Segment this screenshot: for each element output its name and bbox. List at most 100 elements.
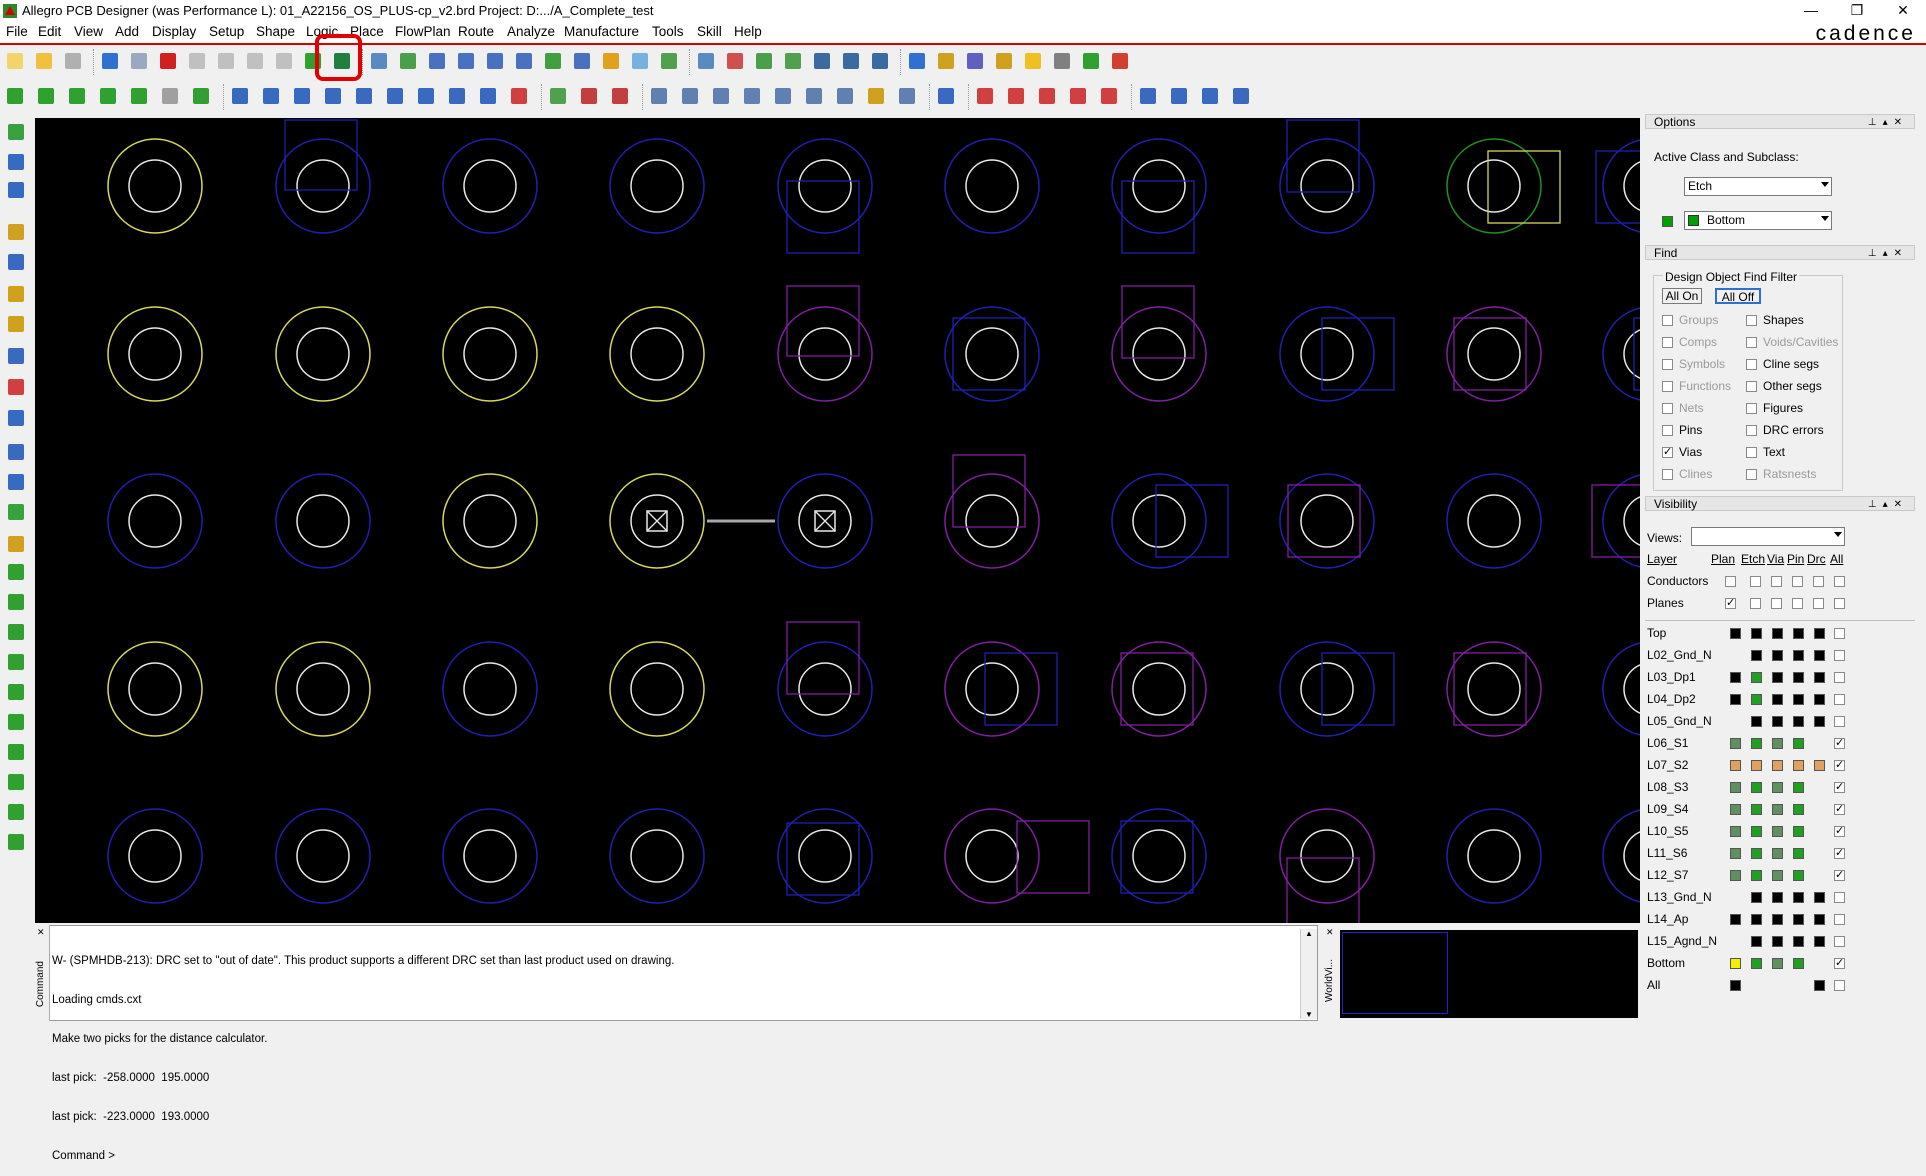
layer-color-chip[interactable] bbox=[1730, 760, 1741, 771]
minimize-button[interactable]: — bbox=[1788, 0, 1834, 22]
col-plan[interactable]: Plan bbox=[1711, 552, 1735, 566]
find-othersegs-checkbox[interactable] bbox=[1746, 381, 1757, 392]
cline-edit-button[interactable] bbox=[6, 563, 26, 581]
close-icon[interactable]: ✕ bbox=[1326, 927, 1334, 938]
menu-edit[interactable]: Edit bbox=[38, 24, 61, 39]
layer-color-chip[interactable] bbox=[1772, 848, 1783, 859]
report-c-button[interactable] bbox=[1067, 86, 1089, 106]
grid-toggle-button[interactable] bbox=[695, 51, 717, 71]
save-button[interactable] bbox=[62, 51, 84, 71]
layer-color-chip[interactable] bbox=[1751, 672, 1762, 683]
layer-color-chip[interactable] bbox=[1751, 694, 1762, 705]
layer-all-checkbox[interactable] bbox=[1834, 716, 1845, 727]
conductors-col3-checkbox[interactable] bbox=[1813, 576, 1824, 587]
menu-view[interactable]: View bbox=[74, 24, 103, 39]
all-on-button[interactable]: All On bbox=[1662, 288, 1702, 304]
refresh-button[interactable] bbox=[600, 51, 622, 71]
line-button[interactable] bbox=[6, 409, 26, 427]
layer-color-chip[interactable] bbox=[1730, 958, 1741, 969]
open-button[interactable] bbox=[33, 51, 55, 71]
shape-void-button[interactable] bbox=[415, 86, 437, 106]
artwork-button[interactable] bbox=[741, 86, 763, 106]
layer-all-checkbox[interactable] bbox=[1834, 936, 1845, 947]
glossing-button[interactable] bbox=[6, 593, 26, 611]
col-pin[interactable]: Pin bbox=[1787, 552, 1804, 566]
shape-void-rect-button[interactable] bbox=[477, 86, 499, 106]
shape-select-button[interactable] bbox=[322, 86, 344, 106]
windows-button[interactable] bbox=[1137, 86, 1159, 106]
layer-top-button[interactable] bbox=[4, 86, 26, 106]
find-functions-checkbox[interactable] bbox=[1662, 381, 1673, 392]
worldview-viewport[interactable] bbox=[1342, 932, 1448, 1014]
shape-poly-button[interactable] bbox=[229, 86, 251, 106]
layer-color-chip[interactable] bbox=[1772, 936, 1783, 947]
col-etch[interactable]: Etch bbox=[1741, 552, 1765, 566]
col-all[interactable]: All bbox=[1830, 552, 1843, 566]
planes-col2-checkbox[interactable] bbox=[1792, 598, 1803, 609]
settings-button[interactable] bbox=[1051, 51, 1073, 71]
layer-color-chip[interactable] bbox=[1730, 848, 1741, 859]
class-select[interactable]: Etch bbox=[1684, 177, 1832, 196]
layer-color-chip[interactable] bbox=[1730, 672, 1741, 683]
menu-display[interactable]: Display bbox=[152, 24, 196, 39]
ipc-button[interactable] bbox=[834, 86, 856, 106]
find-clinesegs-checkbox[interactable] bbox=[1746, 359, 1757, 370]
console-scrollbar[interactable]: ▲ ▼ bbox=[1300, 929, 1317, 1019]
find-symbols-checkbox[interactable] bbox=[1662, 359, 1673, 370]
find-groups-checkbox[interactable] bbox=[1662, 315, 1673, 326]
copy-button[interactable] bbox=[128, 51, 150, 71]
layer-color-chip[interactable] bbox=[1772, 672, 1783, 683]
layer-all-checkbox[interactable]: ✓ bbox=[1834, 958, 1845, 969]
zoom-prev-button[interactable] bbox=[542, 51, 564, 71]
split-button[interactable] bbox=[6, 743, 26, 761]
find-text-checkbox[interactable] bbox=[1746, 447, 1757, 458]
layer-color-chip[interactable] bbox=[1772, 716, 1783, 727]
conductors-col1-checkbox[interactable] bbox=[1771, 576, 1782, 587]
menu-add[interactable]: Add bbox=[115, 24, 139, 39]
menu-analyze[interactable]: Analyze bbox=[507, 24, 555, 39]
symbol-button[interactable] bbox=[648, 86, 670, 106]
shape-void-circle-button[interactable] bbox=[446, 86, 468, 106]
dimension-button[interactable] bbox=[547, 86, 569, 106]
3d-view-button[interactable] bbox=[629, 51, 651, 71]
close-icon[interactable]: ✕ bbox=[37, 927, 45, 938]
layer-color-chip[interactable] bbox=[1793, 914, 1804, 925]
shape-circle-button[interactable] bbox=[291, 86, 313, 106]
scroll-up-icon[interactable]: ▲ bbox=[1305, 929, 1313, 938]
layer-color-chip[interactable] bbox=[1793, 760, 1804, 771]
find-pins-checkbox[interactable] bbox=[1662, 425, 1673, 436]
layer-color-chip[interactable] bbox=[1751, 826, 1762, 837]
planes-plan-checkbox[interactable]: ✓ bbox=[1725, 598, 1736, 609]
layer-color-chip[interactable] bbox=[1751, 870, 1762, 881]
layer-color-chip[interactable] bbox=[1772, 738, 1783, 749]
layer-color-chip[interactable] bbox=[1793, 694, 1804, 705]
property-button[interactable] bbox=[811, 51, 833, 71]
connect-button[interactable] bbox=[6, 223, 26, 241]
zoom-fit-button[interactable] bbox=[455, 51, 477, 71]
delete-button[interactable] bbox=[157, 51, 179, 71]
layer-color-chip[interactable] bbox=[1751, 650, 1762, 661]
layer-color-chip[interactable] bbox=[1772, 892, 1783, 903]
layer-color-chip[interactable] bbox=[1814, 892, 1825, 903]
layer-color-chip[interactable] bbox=[1772, 760, 1783, 771]
menu-help[interactable]: Help bbox=[734, 24, 762, 39]
restore-button[interactable]: ❐ bbox=[1834, 0, 1880, 22]
key-button[interactable] bbox=[865, 86, 887, 106]
layer-color-chip[interactable] bbox=[1793, 672, 1804, 683]
layer-color-chip[interactable] bbox=[1814, 694, 1825, 705]
layer-color-chip[interactable] bbox=[1751, 936, 1762, 947]
layer-all-checkbox[interactable] bbox=[1834, 672, 1845, 683]
subclass-color-swatch[interactable] bbox=[1662, 216, 1673, 227]
conductors-plan-checkbox[interactable] bbox=[1725, 576, 1736, 587]
layer-color-chip[interactable] bbox=[1751, 716, 1762, 727]
layer-color-chip[interactable] bbox=[1793, 650, 1804, 661]
drill-button[interactable] bbox=[772, 86, 794, 106]
cline-change-button[interactable] bbox=[6, 713, 26, 731]
planes-col0-checkbox[interactable] bbox=[1750, 598, 1761, 609]
drc-status-button[interactable] bbox=[1109, 51, 1131, 71]
layer-color-chip[interactable] bbox=[1730, 870, 1741, 881]
menu-flowplan[interactable]: FlowPlan bbox=[395, 24, 451, 39]
find-drcerrors-checkbox[interactable] bbox=[1746, 425, 1757, 436]
layer-color-chip[interactable] bbox=[1751, 760, 1762, 771]
text-button[interactable] bbox=[6, 473, 26, 491]
